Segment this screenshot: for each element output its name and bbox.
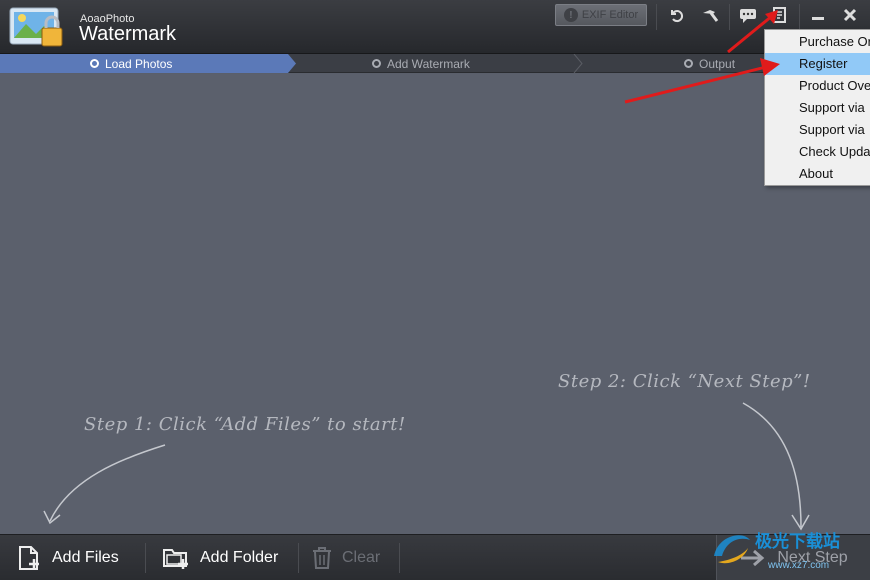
step-separator bbox=[573, 54, 583, 73]
exif-editor-label: EXIF Editor bbox=[581, 9, 639, 21]
hint-step-1: Step 1: Click “Add Files” to start! bbox=[84, 414, 406, 435]
toolbar-divider bbox=[656, 4, 657, 30]
bottom-divider bbox=[145, 543, 146, 573]
step-dot-icon bbox=[684, 59, 693, 68]
menu-item-support-1[interactable]: Support via bbox=[765, 97, 870, 119]
hammer-icon[interactable] bbox=[697, 4, 723, 26]
clear-button[interactable]: Clear bbox=[312, 535, 380, 580]
app-title: Watermark bbox=[79, 23, 177, 45]
exif-editor-button[interactable]: ! EXIF Editor bbox=[555, 4, 647, 26]
clear-label: Clear bbox=[342, 549, 381, 566]
add-files-button[interactable]: Add Files bbox=[18, 535, 119, 580]
add-folder-icon bbox=[163, 549, 188, 569]
menu-item-check-updates[interactable]: Check Upda bbox=[765, 141, 870, 163]
bottom-divider bbox=[298, 543, 299, 573]
photo-drop-area[interactable]: Step 1: Click “Add Files” to start! Step… bbox=[0, 74, 870, 534]
step-output[interactable]: Output bbox=[684, 54, 735, 73]
steps-bar: Load Photos Add Watermark Output bbox=[0, 54, 870, 73]
menu-item-purchase[interactable]: Purchase Or bbox=[765, 31, 870, 53]
chat-icon[interactable] bbox=[735, 4, 761, 26]
menu-item-support-2[interactable]: Support via bbox=[765, 119, 870, 141]
undo-icon[interactable] bbox=[663, 4, 689, 26]
add-folder-label: Add Folder bbox=[200, 549, 279, 566]
site-watermark-url: www.xz7.com bbox=[768, 560, 830, 571]
minimize-icon[interactable] bbox=[805, 4, 831, 26]
add-file-icon bbox=[19, 546, 39, 570]
trash-icon bbox=[313, 547, 331, 569]
app-window: AoaoPhoto Watermark ! EXIF Editor Load P… bbox=[0, 0, 870, 580]
hint-step-2: Step 2: Click “Next Step”! bbox=[558, 371, 811, 392]
close-icon[interactable] bbox=[837, 4, 863, 26]
add-files-label: Add Files bbox=[52, 549, 119, 566]
menu-item-about[interactable]: About bbox=[765, 163, 870, 185]
bottom-divider bbox=[399, 543, 400, 573]
toolbar-divider bbox=[799, 4, 800, 30]
step-label: Add Watermark bbox=[387, 56, 470, 71]
menu-item-product-overview[interactable]: Product Ove bbox=[765, 75, 870, 97]
hint-arrow-1-icon bbox=[43, 444, 166, 525]
step-load-photos[interactable]: Load Photos bbox=[90, 54, 172, 73]
toolbar-divider bbox=[729, 4, 730, 30]
step-dot-icon bbox=[372, 59, 381, 68]
menu-item-register[interactable]: Register bbox=[765, 53, 870, 75]
exclamation-icon: ! bbox=[563, 8, 578, 22]
site-watermark-text: 极光下载站 bbox=[755, 532, 840, 551]
step-dot-icon bbox=[90, 59, 99, 68]
step-label: Load Photos bbox=[105, 56, 173, 71]
logo-icon bbox=[9, 7, 63, 47]
site-watermark-logo-icon bbox=[714, 535, 750, 564]
title-bar: AoaoPhoto Watermark ! EXIF Editor bbox=[0, 0, 870, 54]
hint-arrow-2-icon bbox=[742, 402, 810, 531]
help-dropdown-menu: Purchase Or Register Product Ove Support… bbox=[764, 29, 870, 186]
menu-list-icon[interactable] bbox=[767, 4, 793, 26]
step-add-watermark[interactable]: Add Watermark bbox=[372, 54, 470, 73]
add-folder-button[interactable]: Add Folder bbox=[162, 535, 278, 580]
step-label: Output bbox=[699, 56, 736, 71]
